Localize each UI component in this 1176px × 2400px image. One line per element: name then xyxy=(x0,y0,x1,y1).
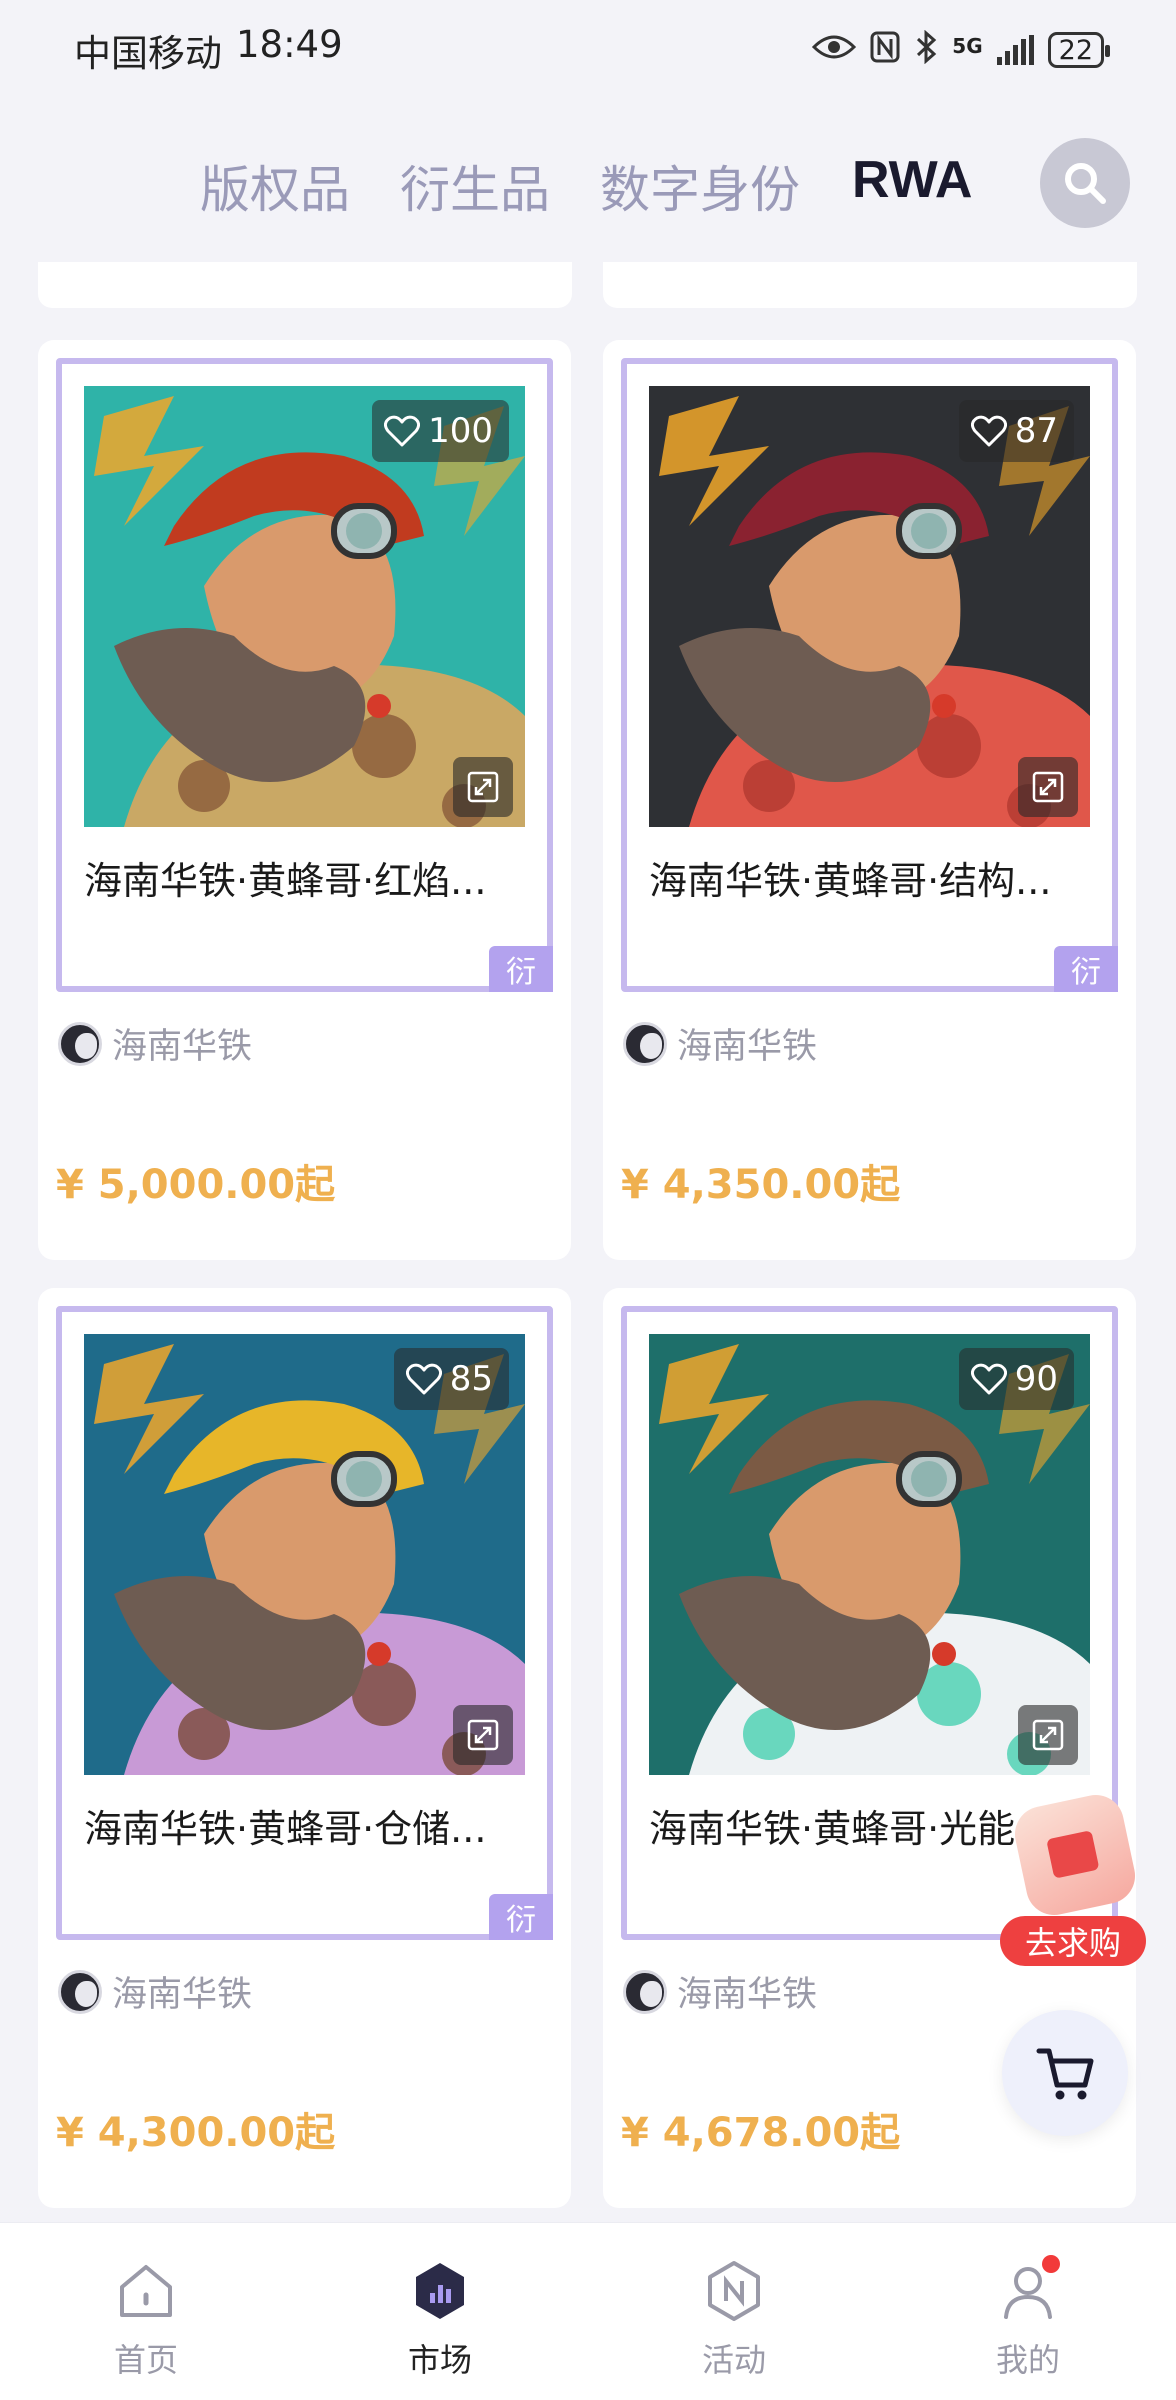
product-title: 海南华铁·黄蜂哥·红焰... xyxy=(84,859,487,903)
bottom-navigation: 首页 市场 活动 我的 xyxy=(0,2222,1176,2400)
nav-activity-label: 活动 xyxy=(701,2341,766,2379)
nav-profile-label: 我的 xyxy=(995,2341,1060,2379)
like-counter[interactable]: 85 xyxy=(393,1348,509,1410)
creator-info[interactable]: 海南华铁 xyxy=(58,1018,252,1069)
product-frame: 85 海南华铁·黄蜂哥·仓储... 衍 xyxy=(56,1306,553,1940)
type-tag: 衍 xyxy=(489,1894,553,1940)
creator-name: 海南华铁 xyxy=(112,1027,253,1067)
like-count: 90 xyxy=(1014,1359,1058,1399)
like-count: 87 xyxy=(1014,411,1058,451)
expand-icon xyxy=(1032,771,1064,803)
expand-icon xyxy=(467,771,499,803)
like-counter[interactable]: 90 xyxy=(958,1348,1074,1410)
status-bar: 中国移动 18:49 5G 22 xyxy=(0,0,1176,100)
heart-icon xyxy=(384,415,421,447)
creator-name: 海南华铁 xyxy=(677,1975,818,2015)
type-tag: 衍 xyxy=(1054,946,1118,992)
promo-float-button[interactable]: 去求购 xyxy=(1000,1789,1150,1970)
product-title: 海南华铁·黄蜂哥·仓储... xyxy=(84,1807,487,1851)
creator-avatar xyxy=(623,1969,667,2014)
network-type: 5G xyxy=(952,33,983,58)
creator-avatar xyxy=(623,1021,667,1066)
creator-info[interactable]: 海南华铁 xyxy=(58,1966,252,2017)
product-title: 海南华铁·黄蜂哥·结构... xyxy=(649,859,1052,903)
product-image[interactable]: 90 xyxy=(649,1334,1090,1775)
promo-label: 去求购 xyxy=(1000,1916,1146,1966)
like-count: 85 xyxy=(449,1359,493,1399)
like-counter[interactable]: 100 xyxy=(372,400,509,462)
search-icon xyxy=(1065,163,1106,204)
previous-card-bottom xyxy=(38,262,572,308)
expand-button[interactable] xyxy=(1018,757,1078,817)
product-price: ¥ 4,350.00起 xyxy=(621,1162,901,1208)
product-image[interactable]: 100 xyxy=(84,386,525,827)
creator-info[interactable]: 海南华铁 xyxy=(623,1018,817,1069)
notification-dot xyxy=(1042,2255,1060,2273)
product-card[interactable]: 100 海南华铁·黄蜂哥·红焰... 衍 海南华铁 ¥ 5,000.00起 xyxy=(38,340,571,1260)
nav-activity[interactable]: 活动 xyxy=(644,2259,824,2381)
creator-avatar xyxy=(58,1969,102,2014)
bluetooth-icon xyxy=(914,29,938,71)
product-price: ¥ 5,000.00起 xyxy=(56,1162,336,1208)
heart-icon xyxy=(405,1363,442,1395)
nav-home[interactable]: 首页 xyxy=(56,2259,236,2381)
product-card[interactable]: 85 海南华铁·黄蜂哥·仓储... 衍 海南华铁 ¥ 4,300.00起 xyxy=(38,1288,571,2208)
search-button[interactable] xyxy=(1040,138,1130,228)
product-image[interactable]: 85 xyxy=(84,1334,525,1775)
cart-button[interactable] xyxy=(1002,2010,1128,2136)
eye-icon xyxy=(812,32,857,69)
nav-home-label: 首页 xyxy=(113,2341,178,2379)
creator-avatar xyxy=(58,1021,102,1066)
expand-icon xyxy=(1032,1719,1064,1751)
category-tabs: 版权品 衍生品 数字身份 RWA xyxy=(0,130,1176,240)
type-tag: 衍 xyxy=(489,946,553,992)
status-left: 中国移动 18:49 xyxy=(74,23,343,77)
product-price: ¥ 4,678.00起 xyxy=(621,2110,901,2156)
market-icon xyxy=(416,2263,464,2319)
activity-icon xyxy=(708,2261,760,2321)
heart-icon xyxy=(970,415,1007,447)
nav-market-label: 市场 xyxy=(407,2341,472,2379)
expand-icon xyxy=(467,1719,499,1751)
home-icon xyxy=(120,2265,172,2317)
clock: 18:49 xyxy=(236,23,343,66)
carrier-name: 中国移动 xyxy=(74,32,222,75)
creator-name: 海南华铁 xyxy=(112,1975,253,2015)
creator-info[interactable]: 海南华铁 xyxy=(623,1966,817,2017)
product-price: ¥ 4,300.00起 xyxy=(56,2110,336,2156)
gift-box-icon xyxy=(1009,1789,1141,1921)
tab-digital-identity[interactable]: 数字身份 xyxy=(600,150,800,222)
nav-profile[interactable]: 我的 xyxy=(938,2255,1118,2381)
expand-button[interactable] xyxy=(1018,1705,1078,1765)
product-frame: 87 海南华铁·黄蜂哥·结构... 衍 xyxy=(621,358,1118,992)
product-frame: 100 海南华铁·黄蜂哥·红焰... 衍 xyxy=(56,358,553,992)
status-right: 5G 22 xyxy=(812,29,1111,71)
signal-icon xyxy=(996,35,1034,65)
creator-name: 海南华铁 xyxy=(677,1027,818,1067)
expand-button[interactable] xyxy=(453,1705,513,1765)
tab-rwa[interactable]: RWA xyxy=(852,150,972,210)
nfc-icon xyxy=(870,31,900,70)
product-card[interactable]: 87 海南华铁·黄蜂哥·结构... 衍 海南华铁 ¥ 4,350.00起 xyxy=(603,340,1136,1260)
expand-button[interactable] xyxy=(453,757,513,817)
tab-copyright[interactable]: 版权品 xyxy=(200,150,350,222)
like-count: 100 xyxy=(428,411,493,451)
nav-market[interactable]: 市场 xyxy=(350,2259,530,2381)
like-counter[interactable]: 87 xyxy=(958,400,1074,462)
battery-icon: 22 xyxy=(1047,32,1111,68)
previous-card-bottom xyxy=(603,262,1137,308)
heart-icon xyxy=(970,1363,1007,1395)
battery-level: 22 xyxy=(1058,34,1093,66)
product-image[interactable]: 87 xyxy=(649,386,1090,827)
tab-derivatives[interactable]: 衍生品 xyxy=(400,150,550,222)
cart-icon xyxy=(1036,2048,1094,2100)
